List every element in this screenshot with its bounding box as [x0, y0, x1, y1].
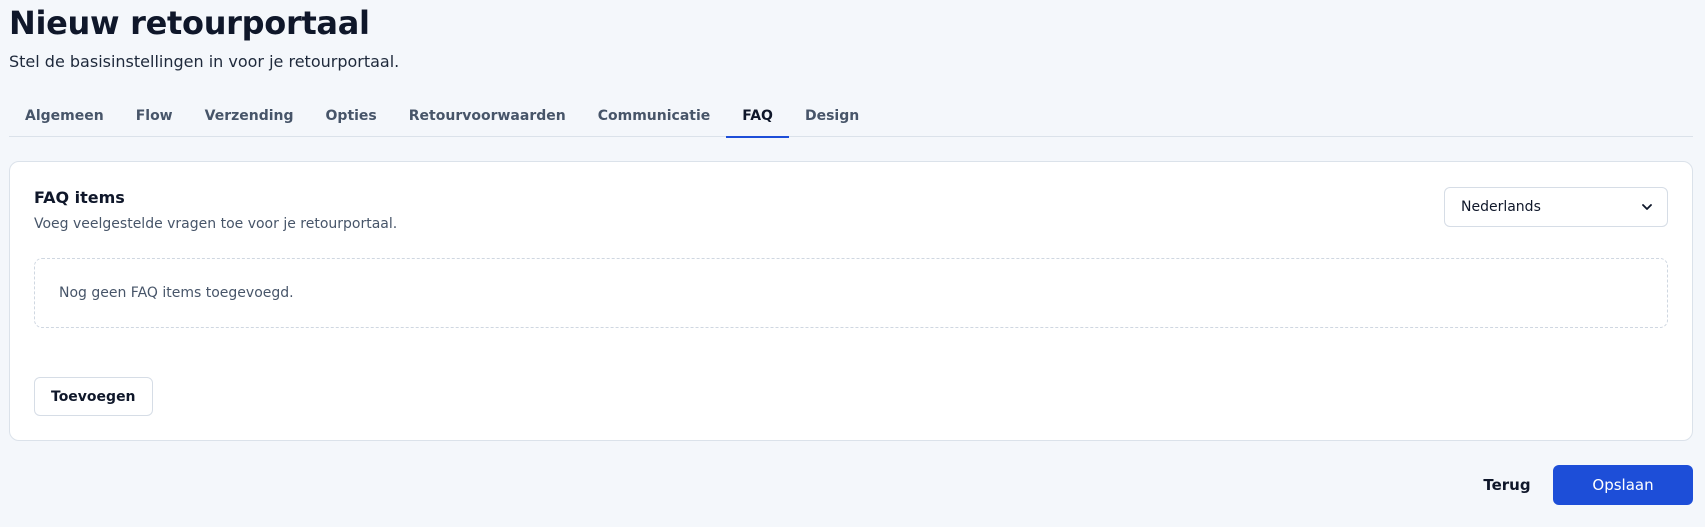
- page-subtitle: Stel de basisinstellingen in voor je ret…: [9, 52, 400, 71]
- faq-subtitle: Voeg veelgestelde vragen toe voor je ret…: [34, 216, 398, 232]
- save-button[interactable]: Opslaan: [1553, 465, 1693, 505]
- tab-opties[interactable]: Opties: [310, 104, 393, 137]
- tab-faq[interactable]: FAQ: [726, 104, 789, 138]
- faq-card: FAQ items Voeg veelgestelde vragen toe v…: [9, 161, 1693, 441]
- language-select[interactable]: Nederlands: [1444, 187, 1668, 227]
- back-button[interactable]: Terug: [1468, 465, 1546, 505]
- tab-algemeen[interactable]: Algemeen: [9, 104, 120, 137]
- tab-retourvoorwaarden[interactable]: Retourvoorwaarden: [393, 104, 582, 137]
- tab-bar: Algemeen Flow Verzending Opties Retourvo…: [9, 104, 1693, 138]
- page-title: Nieuw retourportaal: [9, 4, 370, 42]
- add-faq-button[interactable]: Toevoegen: [34, 377, 153, 416]
- tab-flow[interactable]: Flow: [120, 104, 189, 137]
- tab-verzending[interactable]: Verzending: [189, 104, 310, 137]
- faq-empty-state: Nog geen FAQ items toegevoegd.: [34, 258, 1668, 328]
- chevron-down-icon: [1641, 201, 1653, 213]
- tab-design[interactable]: Design: [789, 104, 875, 137]
- language-select-value: Nederlands: [1461, 199, 1541, 215]
- tab-communicatie[interactable]: Communicatie: [582, 104, 727, 137]
- faq-title: FAQ items: [34, 188, 125, 207]
